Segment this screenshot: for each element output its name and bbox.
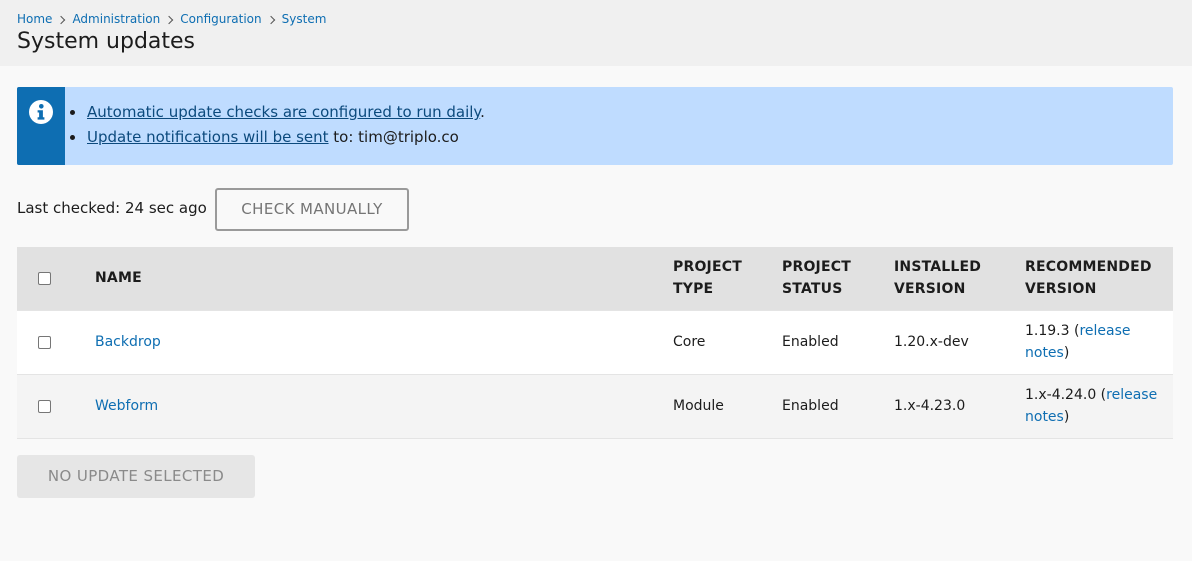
project-name-cell: Webform xyxy=(95,374,673,438)
updates-table: NAME PROJECT TYPE PROJECT STATUS INSTALL… xyxy=(17,247,1173,439)
chevron-right-icon xyxy=(266,15,275,24)
project-status-cell: Enabled xyxy=(782,334,839,350)
project-type-cell: Module xyxy=(673,398,724,414)
select-all-checkbox[interactable] xyxy=(38,271,51,285)
chevron-right-icon xyxy=(165,15,174,24)
header-line: TYPE xyxy=(673,281,714,298)
table-row: Backdrop Core Enabled 1.20.x-dev 1.19.3 … xyxy=(17,310,1173,374)
recommended-version: 1.19.3 xyxy=(1025,323,1070,339)
breadcrumb-configuration[interactable]: Configuration xyxy=(180,11,261,27)
column-header-installed-version[interactable]: INSTALLED VERSION xyxy=(894,247,1025,310)
message-item: Update notifications will be sent to: ti… xyxy=(70,125,485,150)
row-select-cell xyxy=(17,310,95,374)
header-line: STATUS xyxy=(782,281,843,298)
row-select-cell xyxy=(17,374,95,438)
row-checkbox-webform[interactable] xyxy=(38,399,51,413)
message-suffix: . xyxy=(480,103,485,121)
column-header-name[interactable]: NAME xyxy=(95,247,673,310)
breadcrumb: Home Administration Configuration System xyxy=(17,11,326,27)
column-header-project-status[interactable]: PROJECT STATUS xyxy=(782,247,894,310)
page-title: System updates xyxy=(17,29,196,54)
header-line: VERSION xyxy=(894,281,966,298)
breadcrumb-system[interactable]: System xyxy=(282,11,327,27)
table-header-row: NAME PROJECT TYPE PROJECT STATUS INSTALL… xyxy=(17,247,1173,310)
breadcrumb-home[interactable]: Home xyxy=(17,11,52,27)
column-header-project-type[interactable]: PROJECT TYPE xyxy=(673,247,782,310)
check-manually-button[interactable]: CHECK MANUALLY xyxy=(215,188,409,231)
project-status-cell: Enabled xyxy=(782,398,839,414)
update-check-settings-link[interactable]: Automatic update checks are configured t… xyxy=(87,103,480,121)
message-icon-column xyxy=(17,87,65,165)
release-notes-link[interactable]: release xyxy=(1079,323,1130,339)
chevron-right-icon xyxy=(57,15,66,24)
select-all-cell xyxy=(17,247,95,310)
recommended-version: 1.x-4.24.0 xyxy=(1025,387,1097,403)
page-header: Home Administration Configuration System… xyxy=(0,0,1192,66)
release-notes-link[interactable]: notes xyxy=(1025,345,1064,361)
info-icon xyxy=(29,100,53,124)
notification-email: to: tim@triplo.co xyxy=(328,128,459,146)
column-header-recommended-version[interactable]: RECOMMENDED VERSION xyxy=(1025,247,1173,310)
message-item: Automatic update checks are configured t… xyxy=(70,100,485,125)
release-notes-link[interactable]: release xyxy=(1106,387,1157,403)
row-checkbox-backdrop[interactable] xyxy=(38,335,51,349)
installed-version-cell: 1.x-4.23.0 xyxy=(894,398,966,414)
last-checked-text: Last checked: 24 sec ago xyxy=(17,199,207,217)
no-update-selected-button[interactable]: NO UPDATE SELECTED xyxy=(17,455,255,498)
recommended-version-cell: 1.19.3 (release notes) xyxy=(1025,323,1131,361)
installed-version-cell: 1.20.x-dev xyxy=(894,334,969,350)
header-line: INSTALLED xyxy=(894,259,982,276)
project-type-cell: Core xyxy=(673,334,706,350)
recommended-version-cell: 1.x-4.24.0 (release notes) xyxy=(1025,387,1158,425)
header-line: RECOMMENDED xyxy=(1025,259,1152,276)
table-row: Webform Module Enabled 1.x-4.23.0 1.x-4.… xyxy=(17,374,1173,438)
project-link-backdrop[interactable]: Backdrop xyxy=(95,334,161,350)
breadcrumb-administration[interactable]: Administration xyxy=(72,11,160,27)
project-link-webform[interactable]: Webform xyxy=(95,398,158,414)
message-list: Automatic update checks are configured t… xyxy=(70,100,485,150)
update-notifications-link[interactable]: Update notifications will be sent xyxy=(87,128,329,146)
header-line: VERSION xyxy=(1025,281,1097,298)
info-message: Automatic update checks are configured t… xyxy=(17,87,1173,165)
release-notes-link[interactable]: notes xyxy=(1025,409,1064,425)
project-name-cell: Backdrop xyxy=(95,310,673,374)
header-line: PROJECT xyxy=(673,259,742,276)
header-line: PROJECT xyxy=(782,259,851,276)
